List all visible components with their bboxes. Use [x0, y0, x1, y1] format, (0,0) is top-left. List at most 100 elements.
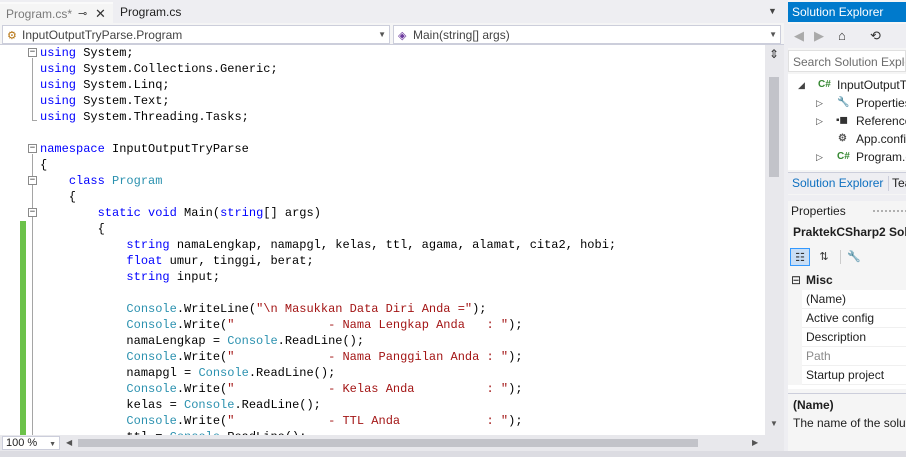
code-line[interactable]: namapgl = Console.ReadLine();	[40, 365, 765, 381]
tab-program-cs-modified[interactable]: Program.cs* ⊸ ✕	[0, 2, 113, 23]
properties-pane: Properties PraktekCSharp2 Solution Prope…	[788, 201, 906, 451]
tree-item-properties[interactable]: ▷ 🔧 Properties	[788, 94, 906, 112]
code-line[interactable]: using System.Linq;	[40, 77, 765, 93]
forward-icon[interactable]: ▶	[814, 28, 824, 44]
code-line[interactable]: Console.Write(" - Kelas Anda : ");	[40, 381, 765, 397]
collapsed-arrow-icon[interactable]: ▷	[816, 148, 823, 166]
collapsed-arrow-icon[interactable]: ▷	[816, 94, 823, 112]
code-line[interactable]: Console.Write(" - Nama Panggilan Anda : …	[40, 349, 765, 365]
code-line[interactable]: Console.Write(" - Nama Lengkap Anda : ")…	[40, 317, 765, 333]
property-pages-icon[interactable]: 🔧	[844, 248, 864, 266]
code-line[interactable]: static void Main(string[] args)	[40, 205, 765, 221]
scroll-left-icon[interactable]: ◀	[66, 438, 72, 447]
tab-solution-explorer[interactable]: Solution Explorer	[792, 176, 883, 190]
code-line[interactable]: string namaLengkap, namapgl, kelas, ttl,…	[40, 237, 765, 253]
tree-item-label: Properties	[856, 96, 906, 110]
code-line[interactable]	[40, 285, 765, 301]
code-line[interactable]: {	[40, 157, 765, 173]
collapse-icon[interactable]: ⊟	[791, 271, 801, 290]
code-line[interactable]: kelas = Console.ReadLine();	[40, 397, 765, 413]
code-line[interactable]: Console.Write(" - TTL Anda : ");	[40, 413, 765, 429]
code-token: " - Kelas Anda : "	[227, 382, 509, 396]
title-grip[interactable]	[872, 209, 906, 214]
code-line[interactable]: using System;	[40, 45, 765, 61]
zoom-dropdown[interactable]: 100 % ▼	[2, 436, 60, 450]
property-row[interactable]: (Name)	[788, 290, 906, 309]
scroll-right-icon[interactable]: ▶	[752, 438, 758, 447]
categorized-icon[interactable]: ☷	[790, 248, 810, 266]
code-line[interactable]: using System.Threading.Tasks;	[40, 109, 765, 125]
tree-item-program-cs[interactable]: ▷ C# Program.cs	[788, 148, 906, 166]
property-gutter	[788, 347, 802, 366]
vertical-scrollbar[interactable]: ⇕ ▼	[765, 45, 784, 435]
chevron-down-icon: ▼	[49, 441, 56, 448]
code-token: Console	[227, 334, 278, 348]
chevron-down-icon[interactable]: ▼	[768, 6, 777, 16]
home-icon[interactable]: ⌂	[838, 28, 846, 43]
pin-icon[interactable]: ⊸	[78, 7, 87, 20]
tree-item-project[interactable]: ◢ C# InputOutputTryParse	[788, 76, 906, 94]
tab-label: Program.cs*	[6, 7, 73, 21]
tab-program-cs[interactable]: Program.cs	[114, 2, 187, 23]
collapse-icon[interactable]: −	[28, 176, 37, 185]
split-handle-icon[interactable]: ⇕	[769, 47, 779, 61]
alphabetical-icon[interactable]: ⇅	[814, 248, 834, 266]
property-row[interactable]: Description	[788, 328, 906, 347]
tab-team-explorer[interactable]: Team Explorer	[892, 176, 906, 190]
code-token: System.Collections.Generic;	[76, 62, 278, 76]
code-line[interactable]: {	[40, 221, 765, 237]
code-token: );	[508, 350, 523, 364]
code-token: "\n Masukkan Data Diri Anda ="	[256, 302, 473, 316]
property-grid: ⊟ Misc (Name) Active config Description …	[788, 271, 906, 389]
code-token: kelas =	[40, 398, 185, 412]
code-token: using	[40, 94, 77, 108]
collapse-icon[interactable]: −	[28, 48, 37, 57]
property-row[interactable]: Startup project	[788, 366, 906, 385]
indicator-margin[interactable]	[0, 45, 20, 435]
code-line[interactable]: {	[40, 189, 765, 205]
code-line[interactable]: string input;	[40, 269, 765, 285]
code-token: using	[40, 110, 77, 124]
solution-explorer-search-input[interactable]: Search Solution Explorer	[788, 50, 906, 72]
collapsed-arrow-icon[interactable]: ▷	[816, 112, 823, 130]
toolbar-separator	[840, 250, 841, 264]
scrollbar-thumb[interactable]	[769, 77, 779, 177]
outline-guide	[32, 154, 33, 435]
code-line[interactable]: namespace InputOutputTryParse	[40, 141, 765, 157]
tree-item-app-config[interactable]: ⚙ App.config	[788, 130, 906, 148]
code-line[interactable]: Console.WriteLine("\n Masukkan Data Diri…	[40, 301, 765, 317]
property-row[interactable]: Active config	[788, 309, 906, 328]
outline-guide-end	[32, 120, 37, 121]
code-text[interactable]: using System; using System.Collections.Ge…	[40, 45, 765, 435]
properties-toolbar: ☷ ⇅ 🔧	[788, 246, 906, 268]
code-line[interactable]: using System.Text;	[40, 93, 765, 109]
properties-title[interactable]: Properties	[791, 204, 846, 218]
horizontal-scrollbar-thumb[interactable]	[78, 439, 698, 447]
history-icon[interactable]: ⟲	[870, 28, 881, 44]
member-dropdown[interactable]: ◈ Main(string[] args) ▼	[393, 25, 781, 44]
expanded-arrow-icon[interactable]: ◢	[798, 76, 805, 94]
collapse-icon[interactable]: −	[28, 208, 37, 217]
property-gutter	[788, 309, 802, 328]
tree-item-references[interactable]: ▷ ▪◼ References	[788, 112, 906, 130]
code-editor[interactable]: − − − − using System; using System.Collec…	[0, 45, 765, 435]
close-icon[interactable]: ✕	[95, 6, 106, 22]
code-line[interactable]: float umur, tinggi, berat;	[40, 253, 765, 269]
property-row[interactable]: Path	[788, 347, 906, 366]
code-line[interactable]: class Program	[40, 173, 765, 189]
collapse-icon[interactable]: −	[28, 144, 37, 153]
code-line[interactable]: using System.Collections.Generic;	[40, 61, 765, 77]
property-name: Description	[806, 330, 867, 344]
code-token: string	[126, 238, 170, 252]
code-token: namaLengkap, namapgl, kelas, ttl, agama,…	[169, 238, 617, 252]
properties-object-selector[interactable]: PraktekCSharp2 Solution Properties	[793, 225, 906, 239]
property-category-misc[interactable]: ⊟ Misc	[788, 271, 906, 290]
solution-explorer-title[interactable]: Solution Explorer	[788, 2, 906, 22]
class-icon: ⚙	[7, 30, 17, 42]
scroll-down-icon[interactable]: ▼	[770, 419, 778, 428]
back-icon[interactable]: ◀	[794, 28, 804, 44]
code-line[interactable]	[40, 125, 765, 141]
type-dropdown[interactable]: ⚙ InputOutputTryParse.Program ▼	[2, 25, 390, 44]
code-line[interactable]: namaLengkap = Console.ReadLine();	[40, 333, 765, 349]
